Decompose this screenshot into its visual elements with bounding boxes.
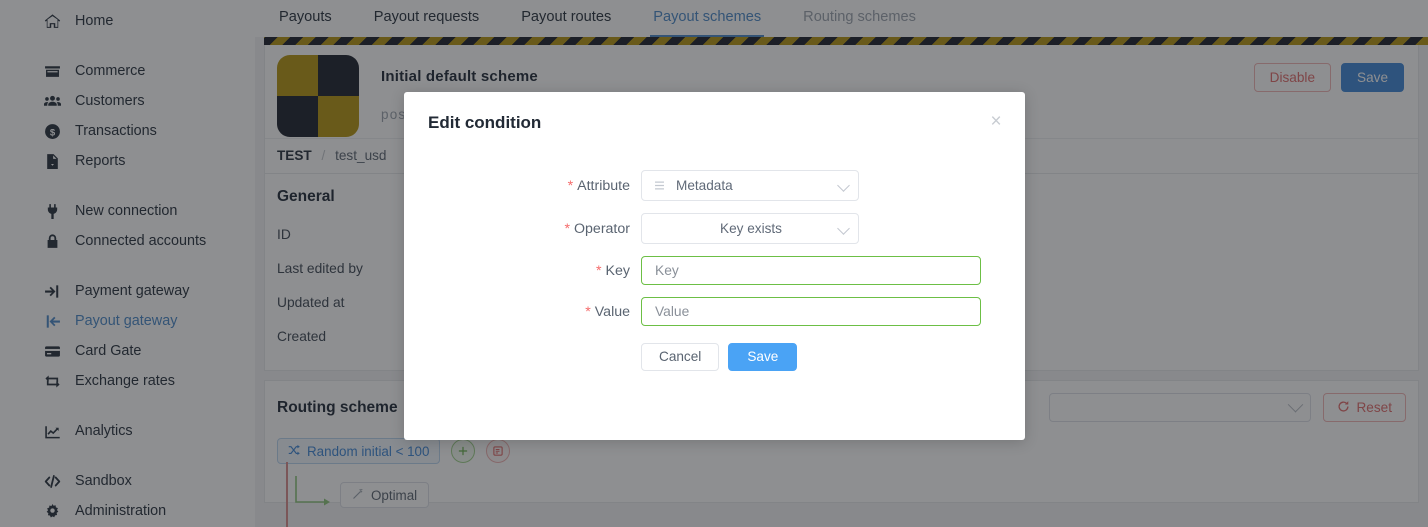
operator-label: * Operator (404, 221, 641, 237)
value-label-text: Value (594, 303, 630, 320)
modal-save-button[interactable]: Save (728, 343, 798, 371)
close-icon[interactable]: × (985, 110, 1007, 132)
chevron-down-icon (837, 179, 850, 192)
edit-condition-modal: Edit condition × * Attribute Metadata * Op… (404, 92, 1025, 440)
modal-title: Edit condition (428, 113, 542, 132)
value-input-placeholder: Value (655, 304, 690, 319)
chevron-down-icon (837, 222, 850, 235)
form-row-value: * Value Value (404, 297, 1025, 326)
required-marker: * (564, 220, 570, 237)
form-row-attribute: * Attribute Metadata (404, 170, 1025, 201)
value-input[interactable]: Value (641, 297, 981, 326)
app-window: Home Commerce Customers $ Transactions R… (0, 0, 1428, 527)
required-marker: * (567, 177, 574, 194)
value-label: * Value (404, 304, 641, 320)
modal-actions: Cancel Save (404, 343, 1025, 371)
operator-label-text: Operator (574, 220, 630, 237)
key-input-placeholder: Key (655, 263, 679, 278)
edit-condition-form: * Attribute Metadata * Operator Key exists (404, 170, 1025, 371)
key-label-text: Key (605, 262, 630, 279)
cancel-button[interactable]: Cancel (641, 343, 720, 371)
key-input[interactable]: Key (641, 256, 981, 285)
operator-select[interactable]: Key exists (641, 213, 859, 244)
operator-select-value: Key exists (720, 221, 782, 236)
required-marker: * (596, 262, 602, 279)
required-marker: * (585, 303, 591, 320)
attribute-label: * Attribute (404, 178, 641, 194)
attribute-select-value: Metadata (676, 178, 733, 193)
key-label: * Key (404, 263, 641, 279)
attribute-label-text: Attribute (577, 177, 630, 194)
list-icon (653, 179, 666, 192)
attribute-select[interactable]: Metadata (641, 170, 859, 201)
form-row-key: * Key Key (404, 256, 1025, 285)
form-row-operator: * Operator Key exists (404, 213, 1025, 244)
